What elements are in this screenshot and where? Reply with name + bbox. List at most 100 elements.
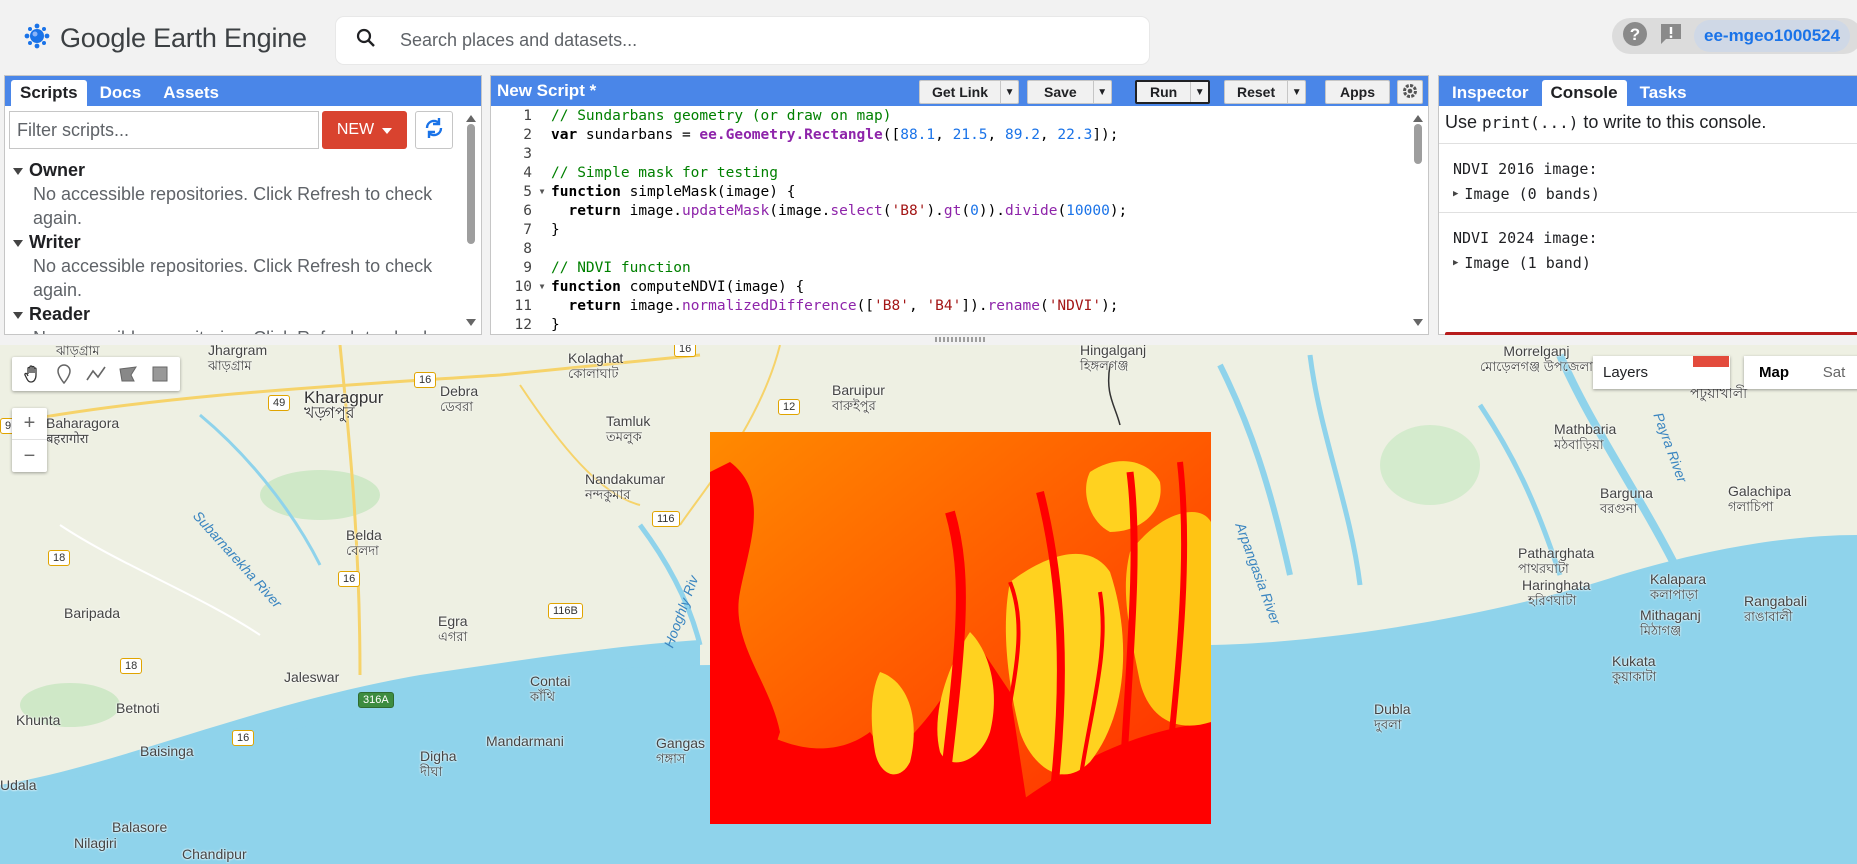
scripts-panel: Scripts Docs Assets NEW Owner No accessi… <box>4 75 482 335</box>
refresh-button[interactable] <box>415 111 453 149</box>
zoom-in-button[interactable]: + <box>12 408 47 440</box>
expand-triangle-icon[interactable]: ▶ <box>1453 189 1458 199</box>
place-local: কাঁথি <box>530 689 556 704</box>
repo-group-writer[interactable]: Writer <box>5 230 465 254</box>
scroll-down-icon[interactable] <box>466 314 476 332</box>
place-local: কুয়াকাটা <box>1612 669 1657 684</box>
panel-resize-handle[interactable] <box>0 335 1857 345</box>
reset-button[interactable]: Reset ▼ <box>1224 80 1307 104</box>
account-project-chip[interactable]: ee-mgeo1000524 <box>1694 20 1851 52</box>
repo-group-reader[interactable]: Reader <box>5 302 465 326</box>
expand-triangle-icon[interactable]: ▶ <box>1453 258 1458 268</box>
place-name: Jhargram <box>208 345 268 358</box>
chevron-down-icon[interactable]: ▼ <box>1092 81 1111 103</box>
tab-inspector[interactable]: Inspector <box>1443 80 1538 106</box>
tab-assets[interactable]: Assets <box>154 80 228 106</box>
code-line[interactable]: 3 <box>491 144 1411 163</box>
zoom-out-button[interactable]: − <box>12 440 47 472</box>
place-name: Kalapara <box>1650 571 1707 587</box>
editor-scrollbar[interactable] <box>1412 110 1424 332</box>
road-shield: 16 <box>674 345 697 357</box>
brand[interactable]: Google Earth Engine <box>24 18 307 58</box>
place-name: Haringhata <box>1522 577 1591 593</box>
grip-icon[interactable] <box>935 337 985 342</box>
code-line[interactable]: 2 var sundarbans = ee.Geometry.Rectangle(… <box>491 125 1411 144</box>
rectangle-draw-icon[interactable] <box>146 360 174 388</box>
code-line[interactable]: 7} <box>491 220 1411 239</box>
code-line[interactable]: 1 // Sundarbans geometry (or draw on map) <box>491 106 1411 125</box>
place-name: Dubla <box>1374 701 1411 717</box>
map-view[interactable]: ঝাড়গ্রাম Jhargram ঝাড়গ্রাম Kharagpur খড়… <box>0 345 1857 864</box>
chevron-down-icon[interactable]: ▼ <box>1287 81 1305 103</box>
pan-hand-icon[interactable] <box>18 360 46 388</box>
chevron-down-icon[interactable]: ▼ <box>1000 81 1018 103</box>
place-local: বারুইপুর <box>832 398 876 413</box>
place-label: Debra ডেবরা <box>440 383 478 415</box>
hint-code: print(...) <box>1482 113 1579 132</box>
code-line[interactable]: 4 // Simple mask for testing <box>491 163 1411 182</box>
place-name: Hingalganj <box>1080 345 1147 358</box>
get-link-button[interactable]: Get Link ▼ <box>919 80 1020 104</box>
fold-icon[interactable]: ▼ <box>536 187 548 196</box>
code-editor[interactable]: 1 // Sundarbans geometry (or draw on map)… <box>491 106 1411 334</box>
point-marker-icon[interactable] <box>50 360 78 388</box>
search-icon[interactable] <box>356 28 376 53</box>
place-label: Jaleswar <box>284 669 339 685</box>
help-icon[interactable]: ? <box>1622 21 1648 52</box>
settings-button[interactable] <box>1397 80 1423 104</box>
chevron-down-icon[interactable]: ▼ <box>1190 82 1208 102</box>
new-button[interactable]: NEW <box>322 111 407 149</box>
place-label: Nilagiri <box>74 835 117 851</box>
line-draw-icon[interactable] <box>82 360 110 388</box>
repo-group-owner[interactable]: Owner <box>5 158 465 182</box>
fold-icon[interactable]: ▼ <box>536 282 548 291</box>
reset-label: Reset <box>1237 84 1276 100</box>
feedback-icon[interactable] <box>1658 21 1684 52</box>
script-title[interactable]: New Script * <box>491 81 919 101</box>
tab-console[interactable]: Console <box>1541 80 1627 106</box>
scroll-down-icon[interactable] <box>1413 314 1423 332</box>
map-type-map[interactable]: Map <box>1744 356 1804 389</box>
code-line[interactable]: 5 ▼ function simpleMask(image) { <box>491 182 1411 201</box>
tab-tasks[interactable]: Tasks <box>1631 80 1696 106</box>
scrollbar-thumb[interactable] <box>1414 124 1422 164</box>
run-button[interactable]: Run ▼ <box>1135 80 1211 104</box>
place-label: Mithaganj মিঠাগঞ্জ <box>1640 607 1701 639</box>
place-label: Khunta <box>16 712 60 728</box>
place-local: কোলাঘাট <box>568 366 619 381</box>
console-object-row[interactable]: ▶ Image (0 bands) <box>1453 181 1849 206</box>
console-entry: NDVI 2024 image: ▶ Image (1 band) <box>1439 213 1857 281</box>
tab-scripts[interactable]: Scripts <box>11 80 87 106</box>
code-line[interactable]: 6 return image.updateMask(image.select('… <box>491 201 1411 220</box>
place-name: Kolaghat <box>568 350 624 366</box>
scrollbar-thumb[interactable] <box>467 124 475 244</box>
save-button[interactable]: Save ▼ <box>1027 80 1112 104</box>
search-input[interactable] <box>398 29 1098 52</box>
code-line[interactable]: 8 <box>491 239 1411 258</box>
place-name: Egra <box>438 613 468 629</box>
apps-button[interactable]: Apps <box>1325 80 1390 104</box>
line-number: 2 <box>523 126 532 143</box>
code-line[interactable]: 12} <box>491 315 1411 334</box>
console-object-row[interactable]: ▶ Image (1 band) <box>1453 250 1849 275</box>
filter-scripts-input[interactable] <box>9 111 319 149</box>
map-type-satellite[interactable]: Sat <box>1804 356 1857 389</box>
line-number: 7 <box>523 221 532 238</box>
place-label: Belda বেলদা <box>346 527 382 559</box>
tab-docs[interactable]: Docs <box>91 80 151 106</box>
place-label: Mathbaria মঠবাড়িয়া <box>1554 421 1616 453</box>
place-name: Mithaganj <box>1640 607 1701 623</box>
code-line[interactable]: 10 ▼ function computeNDVI(image) { <box>491 277 1411 296</box>
polygon-draw-icon[interactable] <box>114 360 142 388</box>
save-label: Save <box>1044 84 1077 100</box>
code-line[interactable]: 9 // NDVI function <box>491 258 1411 277</box>
place-name: Udala <box>0 777 37 793</box>
code-line[interactable]: 11 return image.normalizedDifference(['B… <box>491 296 1411 315</box>
search-bar[interactable] <box>336 17 1149 64</box>
code-text: // Sundarbans geometry (or draw on map) <box>551 107 892 124</box>
drawing-tools <box>12 357 180 391</box>
place-label: Digha দীঘা <box>420 748 457 780</box>
place-name: Baruipur <box>832 382 885 398</box>
scripts-scrollbar[interactable] <box>465 110 477 332</box>
place-name: Gangas <box>656 735 706 751</box>
